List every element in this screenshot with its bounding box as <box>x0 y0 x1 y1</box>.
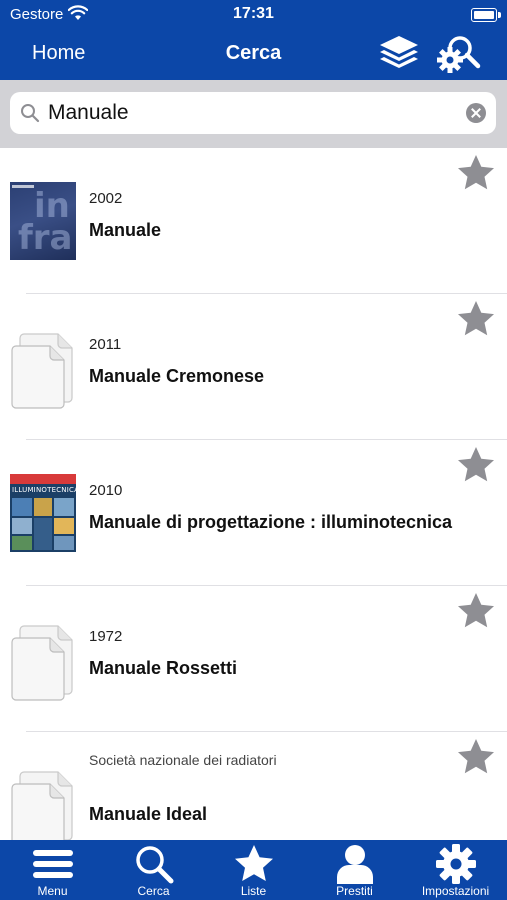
star-icon <box>235 845 273 881</box>
search-icon <box>136 846 174 884</box>
result-title: Manuale Rossetti <box>89 658 238 678</box>
result-publisher: Società nazionale dei radiatori <box>89 752 277 768</box>
tab-label: Liste <box>240 884 267 898</box>
result-row[interactable]: Società nazionale dei radiatori Manuale … <box>0 732 507 840</box>
result-year: 2002 <box>89 190 123 207</box>
tab-menu[interactable]: Menu <box>2 840 103 900</box>
result-title: Manuale di progettazione : illuminotecni… <box>89 512 453 532</box>
favorite-star-icon[interactable] <box>456 592 496 635</box>
favorite-star-icon[interactable] <box>456 154 496 197</box>
person-icon <box>337 845 373 884</box>
document-placeholder-icon <box>10 330 76 415</box>
favorite-star-icon[interactable] <box>456 738 496 781</box>
book-cover-image: ILLUMINOTECNICA <box>10 474 76 552</box>
tab-prestiti[interactable]: Prestiti <box>304 840 405 900</box>
clear-search-icon[interactable] <box>466 103 486 123</box>
search-icon <box>20 103 40 128</box>
tab-label: Menu <box>37 884 68 898</box>
tab-label: Impostazioni <box>421 884 490 898</box>
favorite-star-icon[interactable] <box>456 446 496 489</box>
result-year: 2010 <box>89 482 123 499</box>
tab-label: Prestiti <box>336 884 373 898</box>
favorite-star-icon[interactable] <box>456 300 496 343</box>
layers-icon[interactable] <box>378 34 420 79</box>
search-bar <box>0 80 507 148</box>
search-input[interactable] <box>48 98 458 128</box>
result-title: Manuale Cremonese <box>89 366 265 386</box>
search-settings-icon[interactable] <box>436 32 482 81</box>
tab-label: Cerca <box>137 884 170 898</box>
document-placeholder-icon <box>10 622 76 707</box>
menu-icon <box>33 850 73 878</box>
gear-icon <box>436 844 476 884</box>
home-button[interactable]: Home <box>32 42 85 65</box>
result-row[interactable]: 2011 Manuale Cremonese <box>0 294 507 440</box>
search-field[interactable] <box>10 92 496 134</box>
tab-bar: Menu Cerca Liste Prestiti Impostazioni <box>0 840 507 900</box>
battery-icon <box>471 8 501 22</box>
result-row[interactable]: ILLUMINOTECNICA 2010 Manuale di progetta… <box>0 440 507 586</box>
document-placeholder-icon <box>10 768 76 840</box>
result-year: 2011 <box>89 336 122 353</box>
tab-cerca[interactable]: Cerca <box>103 840 204 900</box>
result-title: Manuale Ideal <box>89 804 208 824</box>
results-list: in fra 2002 Manuale 2011 Manuale Cremone… <box>0 148 507 840</box>
result-title: Manuale <box>89 220 162 240</box>
result-year: 1972 <box>89 628 123 645</box>
result-row[interactable]: 1972 Manuale Rossetti <box>0 586 507 732</box>
book-cover-image: in fra <box>10 182 76 260</box>
result-row[interactable]: in fra 2002 Manuale <box>0 148 507 294</box>
tab-impostazioni[interactable]: Impostazioni <box>405 840 506 900</box>
status-bar: Gestore 17:31 <box>0 0 507 28</box>
navigation-bar: Home Cerca <box>0 28 507 80</box>
clock: 17:31 <box>233 5 274 22</box>
tab-liste[interactable]: Liste <box>203 840 304 900</box>
